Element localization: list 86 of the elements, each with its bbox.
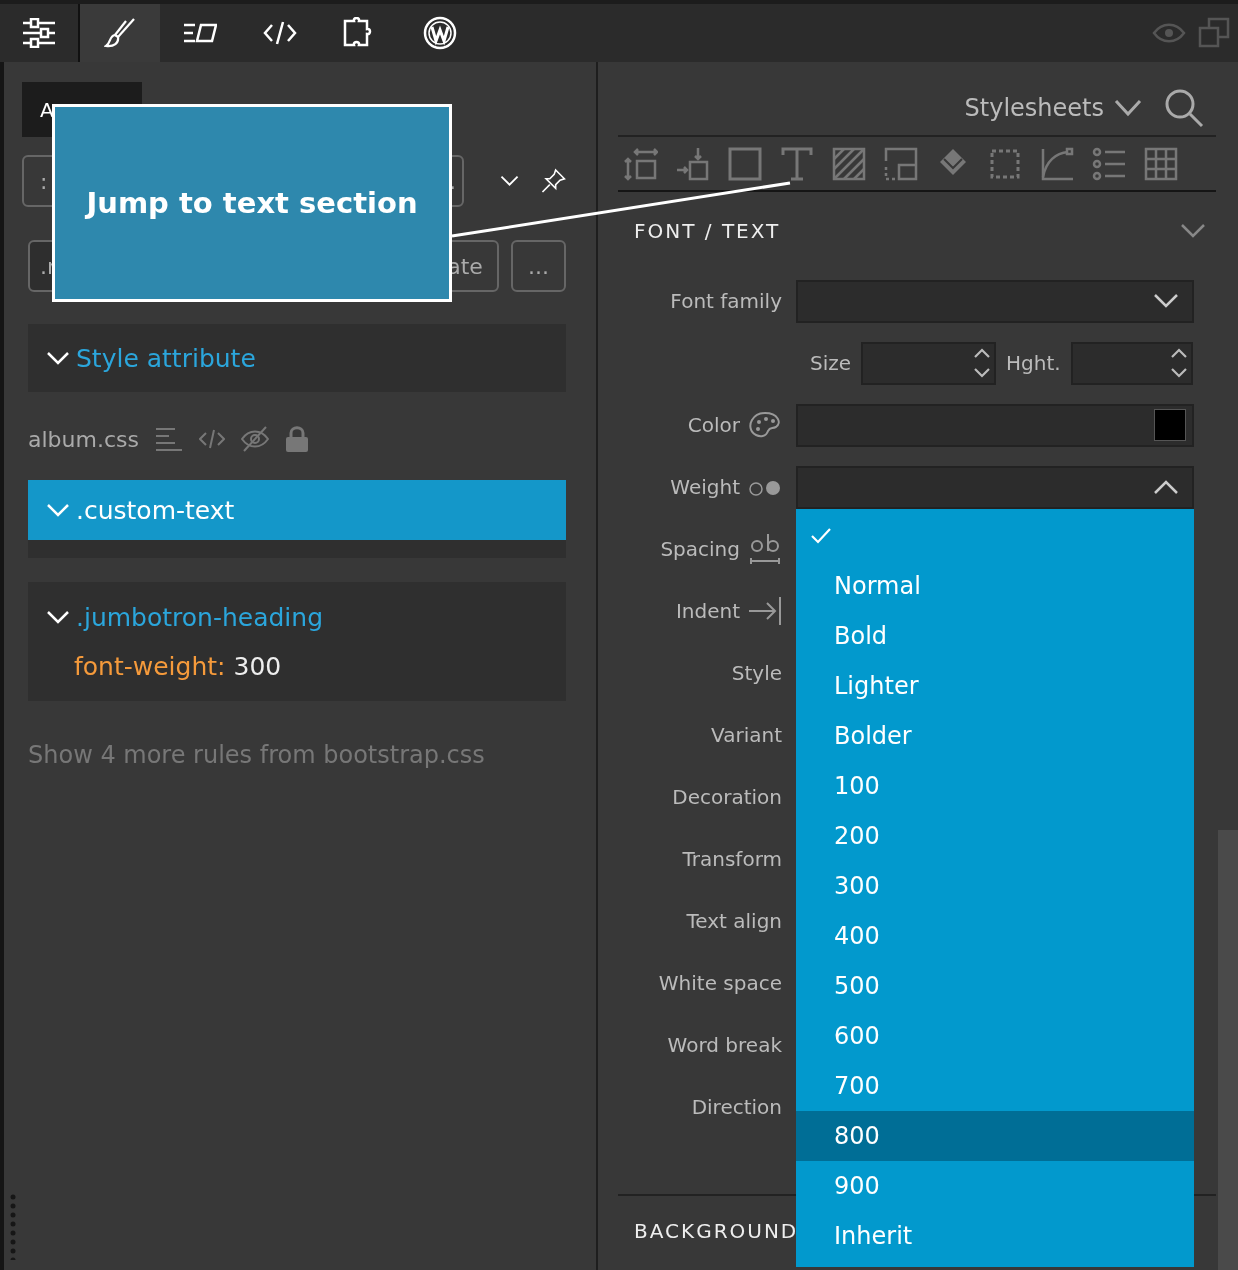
option-label: 600 <box>834 1021 880 1050</box>
number-field[interactable] <box>1070 341 1193 385</box>
color-swatch[interactable] <box>1154 409 1186 441</box>
option-label: 300 <box>834 871 880 900</box>
rule-selector: .jumbotron-heading <box>76 602 324 632</box>
lock-icon[interactable] <box>284 426 309 452</box>
option-label: 100 <box>834 771 880 800</box>
chevron-down-icon[interactable] <box>1114 98 1142 117</box>
copy-icon[interactable] <box>1198 17 1230 49</box>
more-rules-link[interactable]: Show 4 more rules from bootstrap.css <box>28 741 566 769</box>
palette-icon[interactable] <box>748 411 782 439</box>
search-icon[interactable] <box>1164 87 1204 128</box>
dropdown-option[interactable]: Lighter <box>796 660 1194 711</box>
rule-selector: Style attribute <box>76 343 256 373</box>
brush-icon[interactable] <box>80 4 160 62</box>
field-label: Text align <box>686 909 782 933</box>
option-label: 800 <box>834 1121 880 1150</box>
rule-selector: .custom-text <box>76 495 235 525</box>
dropdown-option[interactable]: Bolder <box>796 710 1194 761</box>
stylesheet-name: album.css <box>28 426 139 452</box>
field-label: Color <box>687 413 740 437</box>
property-value[interactable]: 300 <box>233 652 282 681</box>
dropdown-option[interactable]: 300 <box>796 860 1194 911</box>
dropdown-option[interactable]: 800 <box>796 1110 1194 1161</box>
position-icon[interactable] <box>676 146 710 181</box>
field-label: Font family <box>670 289 782 313</box>
chevron-down-icon[interactable] <box>500 173 520 189</box>
option-label: Bold <box>834 621 888 650</box>
field-label: Word break <box>667 1033 782 1057</box>
property-name[interactable]: font-weight: <box>74 652 226 681</box>
border-square-icon[interactable] <box>728 146 762 181</box>
select-field[interactable] <box>796 279 1194 323</box>
field-label: Transform <box>682 847 782 871</box>
resize-grip-icon[interactable] <box>10 1194 16 1260</box>
option-label: 900 <box>834 1171 880 1200</box>
spacing-icon[interactable] <box>748 532 782 566</box>
option-label: 500 <box>834 971 880 1000</box>
section-title[interactable]: BACKGROUND <box>634 1219 799 1243</box>
field-label: Decoration <box>672 785 782 809</box>
field-label: Indent <box>675 599 740 623</box>
grid-table-icon[interactable] <box>1144 146 1178 181</box>
spacing-icon[interactable] <box>624 146 658 181</box>
section-title[interactable]: FONT / TEXT <box>634 219 781 243</box>
option-label: Inherit <box>834 1221 913 1250</box>
curve-corner-icon[interactable] <box>1040 146 1074 181</box>
field-label: Hght. <box>1006 351 1061 375</box>
dropdown-option[interactable]: 700 <box>796 1060 1194 1111</box>
field-label: Variant <box>711 723 782 747</box>
stylesheets-dropdown[interactable]: Stylesheets <box>964 93 1142 122</box>
dropdown-option[interactable]: 200 <box>796 810 1194 861</box>
field-label: Style <box>731 661 782 685</box>
field-label: White space <box>658 971 782 995</box>
rule-header[interactable]: .custom-text <box>28 480 566 540</box>
option-label: 700 <box>834 1071 880 1100</box>
dropdown-option[interactable]: Inherit <box>796 1210 1194 1261</box>
chevron-icon[interactable] <box>1152 478 1180 496</box>
option-label: 400 <box>834 921 880 950</box>
field-label: Direction <box>691 1095 782 1119</box>
dropdown-option[interactable]: Normal <box>796 560 1194 611</box>
option-label: Normal <box>834 571 921 600</box>
hatched-square-icon[interactable] <box>832 146 866 181</box>
chevron-icon[interactable] <box>1152 292 1180 310</box>
serif-t-icon[interactable] <box>780 146 814 181</box>
callout-tooltip: Jump to text section <box>52 104 452 302</box>
list-icon[interactable] <box>1092 146 1126 181</box>
rule-header[interactable]: .jumbotron-heading <box>28 582 566 652</box>
dropdown-option[interactable]: Bold <box>796 610 1194 661</box>
field-label: Size <box>810 351 852 375</box>
color-field[interactable] <box>796 403 1194 447</box>
dropdown-option[interactable]: 900 <box>796 1160 1194 1211</box>
hidden-eye-icon[interactable] <box>240 426 269 452</box>
dropdown-option[interactable]: 100 <box>796 760 1194 811</box>
dropdown-option[interactable]: 400 <box>796 910 1194 961</box>
dropdown-option[interactable]: 600 <box>796 1010 1194 1061</box>
dropdown-option[interactable]: 500 <box>796 960 1194 1011</box>
option-label: Bolder <box>834 721 912 750</box>
option-label: 200 <box>834 821 880 850</box>
field-label: Weight <box>670 475 740 499</box>
align-lines-icon[interactable] <box>154 426 183 452</box>
option-label: Lighter <box>834 671 919 700</box>
field-label: Spacing <box>660 537 740 561</box>
indent-icon[interactable] <box>748 596 782 626</box>
eye-icon[interactable] <box>1152 22 1186 44</box>
layout-icon[interactable] <box>884 146 918 181</box>
number-field[interactable] <box>861 341 997 385</box>
more-button[interactable]: ... <box>510 240 566 292</box>
